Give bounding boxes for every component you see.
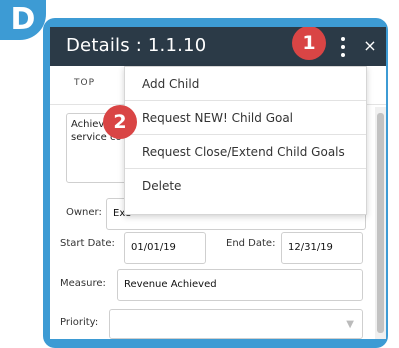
measure-field[interactable]: Revenue Achieved	[117, 269, 363, 301]
menu-item-add-child[interactable]: Add Child	[125, 67, 366, 101]
priority-label: Priority:	[60, 317, 99, 328]
start-date-label: Start Date:	[60, 238, 115, 249]
callout-1: 1	[292, 27, 326, 60]
end-date-field[interactable]: 12/31/19	[281, 232, 363, 264]
panel-title: Details : 1.1.10	[66, 35, 207, 56]
context-menu: Add Child Request NEW! Child Goal Reques…	[124, 66, 367, 215]
step-badge: D	[0, 0, 46, 40]
chevron-down-icon: ▼	[346, 319, 354, 330]
scrollbar[interactable]	[375, 107, 386, 339]
measure-label: Measure:	[60, 278, 106, 289]
menu-item-delete[interactable]: Delete	[125, 169, 366, 203]
priority-select[interactable]: ▼	[109, 309, 363, 339]
kebab-vertical-icon[interactable]	[333, 35, 353, 59]
tab-top[interactable]: TOP	[74, 78, 95, 88]
close-icon[interactable]: ×	[360, 33, 380, 59]
callout-2: 2	[103, 105, 137, 139]
menu-item-request-close-extend[interactable]: Request Close/Extend Child Goals	[125, 135, 366, 169]
details-panel: Details : 1.1.10 1 × TOP Achiev service …	[50, 27, 386, 339]
start-date-field[interactable]: 01/01/19	[124, 232, 206, 264]
owner-label: Owner:	[66, 207, 102, 218]
end-date-label: End Date:	[226, 238, 276, 249]
menu-item-request-new-child-goal[interactable]: Request NEW! Child Goal	[125, 101, 366, 135]
panel-header: Details : 1.1.10 1 ×	[50, 27, 386, 66]
scrollbar-thumb[interactable]	[377, 113, 384, 333]
